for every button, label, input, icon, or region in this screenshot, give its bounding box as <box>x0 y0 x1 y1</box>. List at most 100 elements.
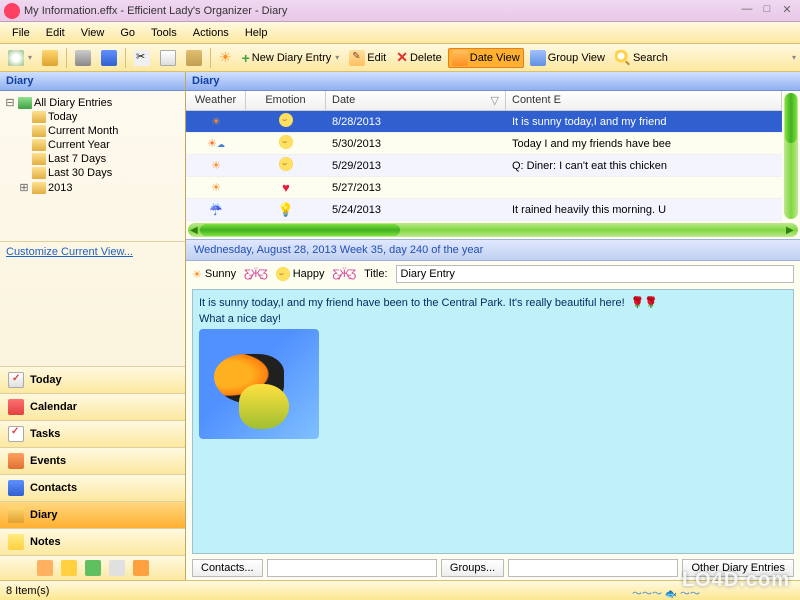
title-input[interactable] <box>396 265 794 283</box>
small-icon-1[interactable] <box>37 560 53 576</box>
search-button[interactable]: Search <box>611 48 672 68</box>
delete-icon: ✕ <box>396 49 408 66</box>
table-row[interactable]: ☀☁ 5/30/2013 Today I and my friends have… <box>186 133 782 155</box>
table-row[interactable]: ☀ ♥ 5/27/2013 <box>186 177 782 199</box>
content-cell: Q: Diner: I can't eat this chicken <box>506 158 782 174</box>
maximize-button[interactable]: □ <box>758 3 776 19</box>
weather-meta[interactable]: ☀Sunny <box>192 268 236 281</box>
date-info-bar: Wednesday, August 28, 2013 Week 35, day … <box>186 239 800 261</box>
smile-icon <box>279 157 293 171</box>
collapse-icon[interactable]: ⊟ <box>4 96 16 109</box>
sun-icon: ☀ <box>219 49 232 66</box>
menu-tools[interactable]: Tools <box>143 25 185 41</box>
bottom-bar: Contacts... Groups... Other Diary Entrie… <box>186 556 800 580</box>
menu-view[interactable]: View <box>73 25 113 41</box>
tree-last-7[interactable]: Last 7 Days <box>16 152 183 166</box>
folder-icon <box>32 139 46 151</box>
other-entries-button[interactable]: Other Diary Entries <box>682 559 794 577</box>
menu-go[interactable]: Go <box>112 25 143 41</box>
tree-root[interactable]: ⊟ All Diary Entries <box>2 95 183 110</box>
tree-last-30[interactable]: Last 30 Days <box>16 166 183 180</box>
print-icon <box>75 50 91 66</box>
key-icon[interactable] <box>61 560 77 576</box>
new-entry-button[interactable]: +New Diary Entry▾ <box>238 48 344 68</box>
menu-help[interactable]: Help <box>237 25 276 41</box>
scroll-left-icon[interactable]: ◀ <box>190 225 200 235</box>
grid-body: ☀ 8/28/2013 It is sunny today,I and my f… <box>186 111 782 221</box>
edit-button[interactable]: Edit <box>345 48 390 68</box>
delete-button[interactable]: ✕Delete <box>392 47 446 68</box>
groups-field[interactable] <box>508 559 678 577</box>
menu-file[interactable]: File <box>4 25 38 41</box>
menu-actions[interactable]: Actions <box>185 25 237 41</box>
menu-bar: File Edit View Go Tools Actions Help <box>0 22 800 44</box>
save-icon <box>101 50 117 66</box>
separator <box>125 48 126 68</box>
scroll-right-icon[interactable]: ▶ <box>786 225 796 235</box>
overflow-icon[interactable]: ▾ <box>792 53 796 62</box>
date-view-button[interactable]: Date View <box>448 48 524 68</box>
nav-today[interactable]: Today <box>0 366 185 393</box>
table-row[interactable]: ☀ 8/28/2013 It is sunny today,I and my f… <box>186 111 782 133</box>
customize-view-link[interactable]: Customize Current View... <box>0 241 185 262</box>
cut-icon <box>134 50 150 66</box>
nav-diary[interactable]: Diary <box>0 501 185 528</box>
tree-label: Last 7 Days <box>48 153 106 165</box>
table-row[interactable]: ☀ 5/29/2013 Q: Diner: I can't eat this c… <box>186 155 782 177</box>
globe-icon[interactable] <box>85 560 101 576</box>
diary-editor[interactable]: It is sunny today,I and my friend have b… <box>192 289 794 554</box>
sidebar-header: Diary <box>0 72 185 91</box>
print-button[interactable] <box>71 48 95 68</box>
vertical-scrollbar[interactable] <box>784 93 798 219</box>
horizontal-scrollbar[interactable]: ◀ ▶ <box>188 223 798 237</box>
events-icon <box>8 453 24 469</box>
date-view-icon <box>452 50 468 66</box>
tree-root-label: All Diary Entries <box>34 97 112 109</box>
tree-label: 2013 <box>48 182 72 194</box>
contacts-button[interactable]: Contacts... <box>192 559 263 577</box>
minimize-button[interactable]: — <box>738 3 756 19</box>
content-cell: It rained heavily this morning. U <box>506 202 782 218</box>
scroll-thumb[interactable] <box>785 93 797 143</box>
nav-calendar[interactable]: Calendar <box>0 393 185 420</box>
new-button[interactable]: ▾ <box>4 48 36 68</box>
col-content[interactable]: Content E <box>506 91 782 110</box>
scroll-thumb[interactable] <box>200 224 400 236</box>
expand-icon[interactable]: ⊞ <box>18 181 30 194</box>
copy-button[interactable] <box>156 48 180 68</box>
open-button[interactable] <box>38 48 62 68</box>
save-button[interactable] <box>97 48 121 68</box>
nav-notes[interactable]: Notes <box>0 528 185 555</box>
edit-label: Edit <box>367 52 386 64</box>
emotion-meta[interactable]: Happy <box>276 267 325 281</box>
small-icon-5[interactable] <box>133 560 149 576</box>
groups-button[interactable]: Groups... <box>441 559 504 577</box>
cut-button[interactable] <box>130 48 154 68</box>
contacts-field[interactable] <box>267 559 437 577</box>
date-cell: 8/28/2013 <box>326 114 506 130</box>
nav-contacts[interactable]: Contacts <box>0 474 185 501</box>
nav-label: Diary <box>30 509 58 521</box>
smile-icon <box>279 113 293 127</box>
tree-2013[interactable]: ⊞ 2013 <box>16 180 183 195</box>
diary-tree: ⊟ All Diary Entries Today Current Month C… <box>0 91 185 241</box>
paste-button[interactable] <box>182 48 206 68</box>
tree-current-month[interactable]: Current Month <box>16 124 183 138</box>
content-area: Diary Weather Emotion Date ▽ Content E ☀… <box>186 72 800 580</box>
search-small-icon[interactable] <box>109 560 125 576</box>
menu-edit[interactable]: Edit <box>38 25 73 41</box>
status-bar: 8 Item(s) ～～～ 🐟 ～～ <box>0 580 800 600</box>
tree-today[interactable]: Today <box>16 110 183 124</box>
table-row[interactable]: ☔ 💡 5/24/2013 It rained heavily this mor… <box>186 199 782 221</box>
close-button[interactable]: ✕ <box>778 3 796 19</box>
col-date[interactable]: Date ▽ <box>326 91 506 110</box>
group-view-button[interactable]: Group View <box>526 48 609 68</box>
col-weather[interactable]: Weather <box>186 91 246 110</box>
nav-tasks[interactable]: Tasks <box>0 420 185 447</box>
group-view-label: Group View <box>548 52 605 64</box>
tree-current-year[interactable]: Current Year <box>16 138 183 152</box>
nav-events[interactable]: Events <box>0 447 185 474</box>
col-emotion[interactable]: Emotion <box>246 91 326 110</box>
sun-button[interactable]: ☀ <box>215 47 236 68</box>
date-view-label: Date View <box>470 52 520 64</box>
